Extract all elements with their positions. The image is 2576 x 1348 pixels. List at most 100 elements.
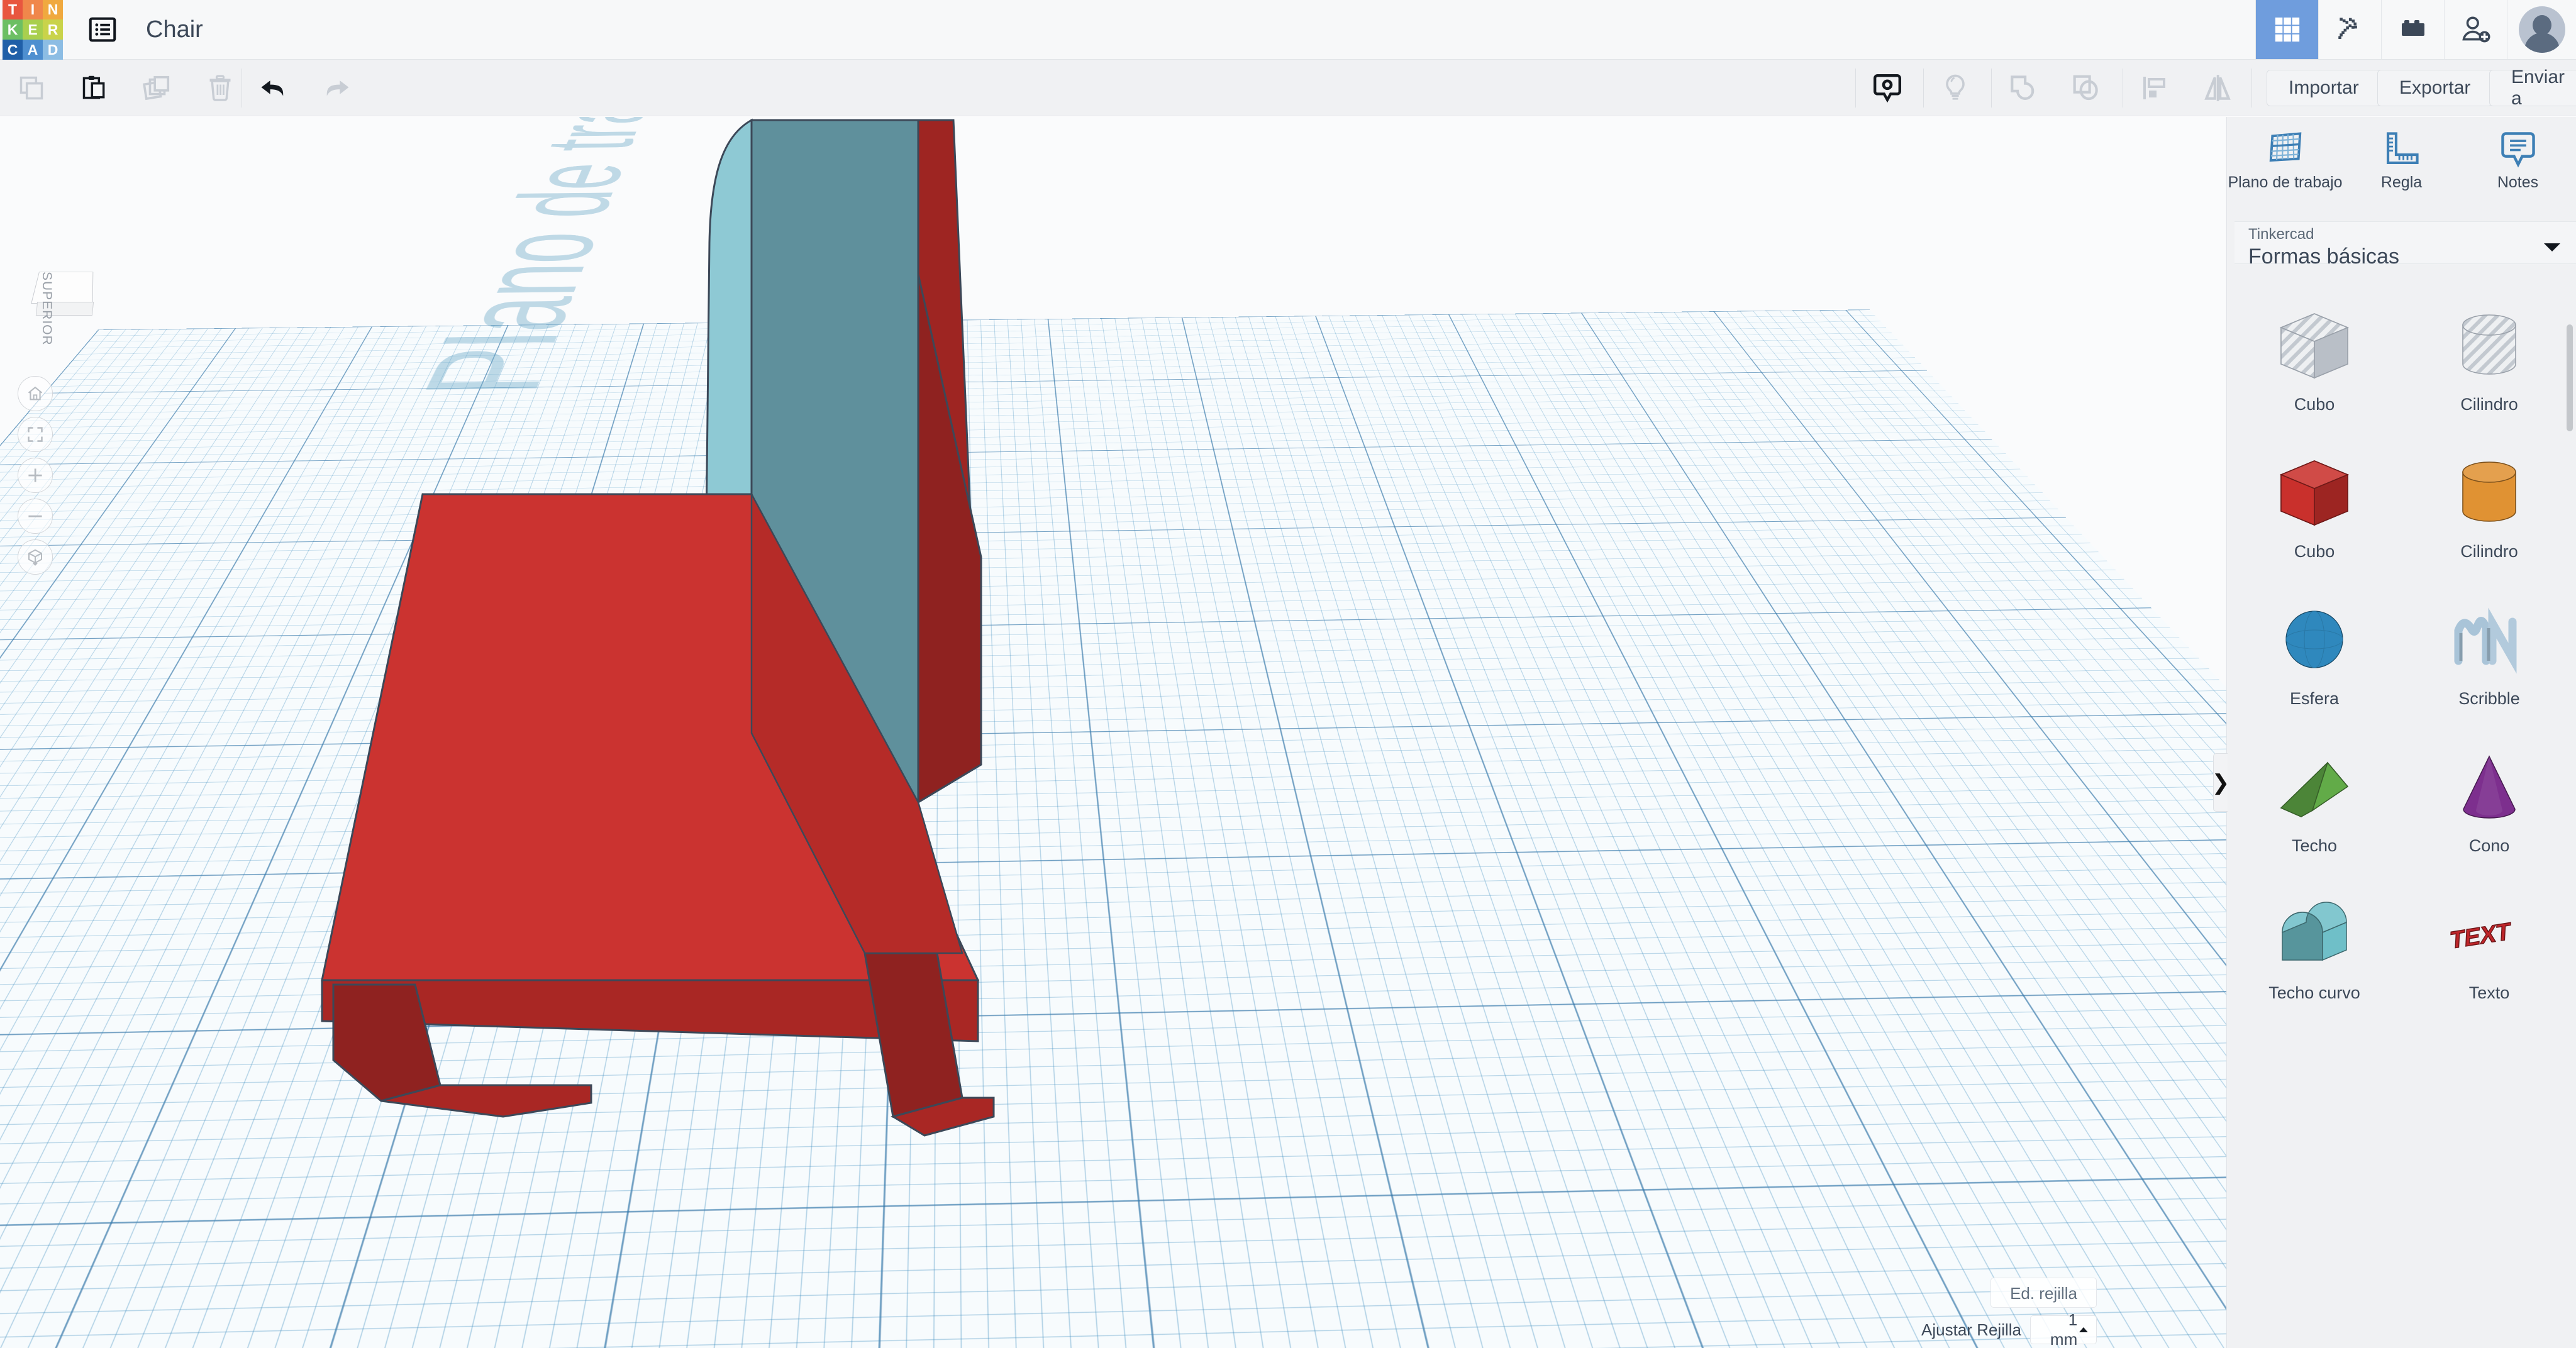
shape-item-cono[interactable]: Cono bbox=[2402, 731, 2576, 878]
shape-label: Techo bbox=[2291, 836, 2338, 855]
shape-item-cilindro[interactable]: Cilindro bbox=[2402, 290, 2576, 437]
shape-label: Cubo bbox=[2294, 542, 2335, 561]
mirror-icon[interactable] bbox=[2186, 60, 2249, 116]
top-bar-right-actions bbox=[2255, 0, 2576, 59]
notes-tool-label: Notes bbox=[2497, 174, 2539, 191]
zoom-out-button[interactable] bbox=[18, 499, 53, 534]
snap-grid-value: 1 mm bbox=[2050, 1310, 2078, 1348]
shape-list[interactable]: Cubo Cilindro Cubo Cilindro Esfera Scrib… bbox=[2227, 290, 2576, 1348]
shape-thumbnail bbox=[2442, 453, 2536, 532]
shape-library-dropdown[interactable]: Tinkercad Formas básicas bbox=[2235, 221, 2576, 268]
design-canvas[interactable]: Plano de trabajo SUPERIOR Ed. rejilla Aj… bbox=[0, 117, 2226, 1348]
logo-letter-1: I bbox=[23, 0, 43, 19]
view-cube-label: SUPERIOR bbox=[40, 272, 54, 346]
shape-label: Cubo bbox=[2294, 395, 2335, 414]
minecraft-pickaxe-icon[interactable] bbox=[2318, 0, 2381, 59]
logo-letter-6: C bbox=[3, 40, 23, 60]
shape-label: Esfera bbox=[2289, 689, 2340, 708]
perspective-toggle-button[interactable] bbox=[18, 539, 53, 575]
avatar-image bbox=[2518, 6, 2565, 53]
copy-button[interactable] bbox=[0, 60, 63, 116]
page-title: Chair bbox=[146, 16, 203, 43]
shape-item-techo-curvo[interactable]: Techo curvo bbox=[2227, 878, 2402, 1025]
snap-grid-label: Ajustar Rejilla bbox=[1921, 1320, 2021, 1339]
shape-label: Cono bbox=[2468, 836, 2510, 855]
snap-grid-select[interactable]: 1 mm bbox=[2030, 1310, 2097, 1348]
grid-controls: Ed. rejilla Ajustar Rejilla 1 mm bbox=[1921, 1278, 2097, 1348]
chevron-up-icon bbox=[2079, 1327, 2089, 1332]
list-menu-icon[interactable] bbox=[83, 10, 122, 49]
top-bar: TIN KERCAD Chair bbox=[0, 0, 2576, 60]
ruler-icon bbox=[2386, 132, 2419, 165]
panel-scrollbar[interactable] bbox=[2567, 324, 2573, 431]
chevron-down-icon bbox=[2544, 243, 2560, 251]
workplane-grid[interactable]: Plano de trabajo bbox=[0, 117, 2226, 1348]
notes-tool[interactable]: Notes bbox=[2460, 130, 2576, 233]
ungroup-shapes-icon[interactable] bbox=[2055, 60, 2118, 116]
lego-brick-icon[interactable] bbox=[2381, 0, 2444, 59]
logo-letter-4: E bbox=[23, 19, 43, 40]
zoom-in-button[interactable] bbox=[18, 458, 53, 493]
shape-thumbnail bbox=[2442, 306, 2536, 385]
shape-item-techo[interactable]: Techo bbox=[2227, 731, 2402, 878]
shape-item-scribble[interactable]: Scribble bbox=[2402, 584, 2576, 731]
logo-letter-8: D bbox=[43, 40, 63, 60]
shape-thumbnail bbox=[2267, 306, 2362, 385]
shape-thumbnail bbox=[2442, 600, 2536, 679]
shape-thumbnail bbox=[2267, 453, 2362, 532]
duplicate-button[interactable] bbox=[126, 60, 189, 116]
shape-item-cilindro[interactable]: Cilindro bbox=[2402, 437, 2576, 584]
workplane-tool-label: Plano de trabajo bbox=[2228, 174, 2343, 191]
light-bulb-icon[interactable] bbox=[1924, 60, 1987, 116]
logo-letter-7: A bbox=[23, 40, 43, 60]
edit-grid-button[interactable]: Ed. rejilla bbox=[1990, 1278, 2097, 1308]
edit-toolbar: Importar Exportar Enviar a bbox=[0, 60, 2576, 116]
show-hide-marker-icon[interactable] bbox=[1856, 60, 1919, 116]
group-shapes-icon[interactable] bbox=[1992, 60, 2055, 116]
shape-library-value: Formas básicas bbox=[2248, 245, 2399, 268]
invite-person-icon[interactable] bbox=[2444, 0, 2507, 59]
view-cube[interactable]: SUPERIOR bbox=[30, 267, 99, 346]
panel-tools: Plano de trabajo Regla Notes bbox=[2227, 117, 2576, 233]
fit-to-view-button[interactable] bbox=[18, 417, 53, 452]
avatar[interactable] bbox=[2507, 0, 2576, 59]
shape-item-cubo[interactable]: Cubo bbox=[2227, 437, 2402, 584]
shape-thumbnail bbox=[2442, 748, 2536, 826]
shape-label: Scribble bbox=[2458, 689, 2520, 708]
shape-thumbnail bbox=[2267, 748, 2362, 826]
ruler-tool-label: Regla bbox=[2380, 174, 2423, 191]
shape-label: Cilindro bbox=[2460, 395, 2518, 414]
chevron-right-icon[interactable]: ❯ bbox=[2212, 753, 2229, 812]
note-bubble-icon bbox=[2501, 132, 2535, 168]
shape-item-esfera[interactable]: Esfera bbox=[2227, 584, 2402, 731]
workplane-watermark: Plano de trabajo bbox=[387, 117, 697, 397]
shape-label: Cilindro bbox=[2460, 542, 2518, 561]
shape-thumbnail bbox=[2267, 600, 2362, 679]
3d-design-grid-icon[interactable] bbox=[2255, 0, 2318, 59]
paste-button[interactable] bbox=[63, 60, 126, 116]
shape-thumbnail: TEXT bbox=[2442, 895, 2536, 973]
logo-letter-2: N bbox=[43, 0, 63, 19]
shape-label: Texto bbox=[2468, 983, 2510, 1002]
shapes-panel: ❯ Plano de trabajo Regla Notes Tinkercad… bbox=[2212, 117, 2576, 1348]
import-button[interactable]: Importar bbox=[2267, 70, 2381, 106]
shape-label: Techo curvo bbox=[2268, 983, 2360, 1002]
export-button[interactable]: Exportar bbox=[2377, 70, 2493, 106]
tinkercad-logo[interactable]: TIN KERCAD bbox=[3, 0, 63, 60]
send-to-button[interactable]: Enviar a bbox=[2489, 67, 2576, 109]
shape-thumbnail bbox=[2267, 895, 2362, 973]
workplane-grid-icon bbox=[2269, 132, 2301, 162]
workplane-tool[interactable]: Plano de trabajo bbox=[2227, 130, 2343, 233]
undo-button[interactable] bbox=[242, 60, 305, 116]
home-view-button[interactable] bbox=[18, 376, 53, 411]
shape-item-cubo[interactable]: Cubo bbox=[2227, 290, 2402, 437]
svg-text:TEXT: TEXT bbox=[2450, 917, 2512, 954]
redo-button[interactable] bbox=[305, 60, 368, 116]
ruler-tool[interactable]: Regla bbox=[2343, 130, 2460, 233]
logo-letter-5: R bbox=[43, 19, 63, 40]
shape-library-category: Tinkercad bbox=[2248, 226, 2314, 243]
align-icon[interactable] bbox=[2123, 60, 2186, 116]
logo-letter-3: K bbox=[3, 19, 23, 40]
logo-letter-0: T bbox=[3, 0, 23, 19]
shape-item-texto[interactable]: TEXT Texto bbox=[2402, 878, 2576, 1025]
